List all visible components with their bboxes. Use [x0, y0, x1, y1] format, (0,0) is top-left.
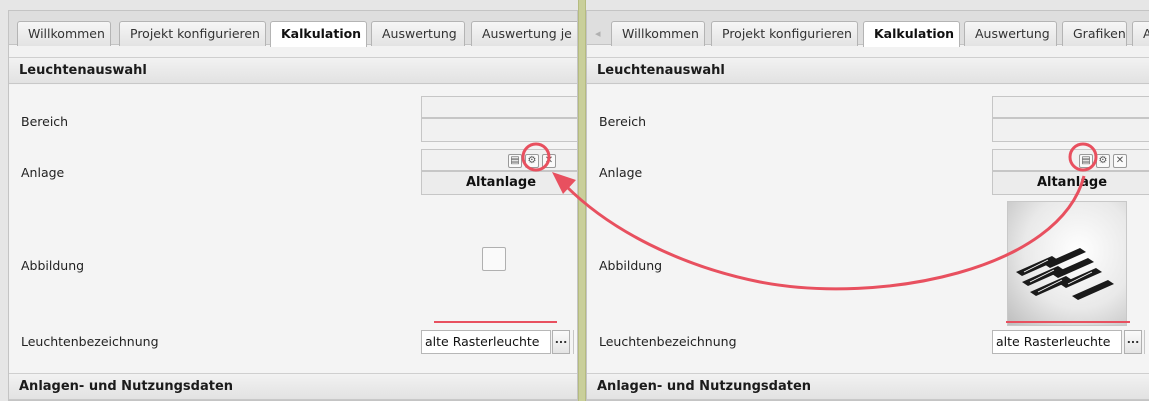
- section-header-anlagen-und-nutzungsdaten[interactable]: Anlagen- und Nutzungsdaten: [587, 373, 1149, 400]
- label-abbildung: Abbildung: [599, 258, 663, 273]
- raster-luminaire-icon: [1016, 248, 1114, 300]
- label-bereich: Bereich: [599, 114, 647, 129]
- tab-willkommen[interactable]: Willkommen: [17, 21, 111, 46]
- label-anlage: Anlage: [599, 165, 643, 180]
- label-anlage: Anlage: [21, 165, 65, 180]
- tab-projekt-konfigurieren[interactable]: Projekt konfigurieren: [711, 21, 858, 46]
- section-header-leuchtenauswahl[interactable]: Leuchtenauswahl: [587, 57, 1149, 84]
- right-panel: ◂ Willkommen Projekt konfigurieren Kalku…: [586, 10, 1149, 401]
- luminaire-name-field[interactable]: alte Rasterleuchte: [421, 330, 551, 354]
- highlight-underline: [1006, 321, 1130, 323]
- column-header-altanlage: Altanlage: [421, 171, 577, 195]
- browse-button[interactable]: ...: [552, 330, 570, 354]
- tab-bar: Willkommen Projekt konfigurieren Kalkula…: [9, 11, 577, 47]
- highlight-underline: [434, 321, 557, 323]
- bereich-cell-top[interactable]: [421, 96, 577, 118]
- tab-kalkulation[interactable]: Kalkulation: [863, 21, 960, 47]
- close-icon[interactable]: ✕: [542, 154, 556, 168]
- tab-bar: ◂ Willkommen Projekt konfigurieren Kalku…: [587, 11, 1149, 47]
- save-icon[interactable]: ▤: [1079, 154, 1093, 168]
- tab-auswertung[interactable]: Auswertung: [371, 21, 465, 46]
- anlage-toolbar: ▤ ⚙ ✕: [992, 149, 1149, 171]
- luminaire-image[interactable]: [1007, 201, 1127, 326]
- close-icon[interactable]: ✕: [1113, 154, 1127, 168]
- settings-icon[interactable]: ⚙: [1096, 154, 1110, 168]
- save-icon[interactable]: ▤: [508, 154, 522, 168]
- bereich-cell-bottom[interactable]: [992, 118, 1149, 142]
- tab-truncated[interactable]: A: [1132, 21, 1149, 46]
- split-divider[interactable]: [578, 0, 586, 401]
- scroll-left-icon[interactable]: ◂: [595, 27, 601, 40]
- tab-willkommen[interactable]: Willkommen: [611, 21, 705, 46]
- label-leuchtenbezeichnung: Leuchtenbezeichnung: [599, 334, 737, 349]
- tab-grafiken[interactable]: Grafiken: [1062, 21, 1127, 46]
- column-header-altanlage: Altanlage: [992, 171, 1149, 195]
- tab-projekt-konfigurieren[interactable]: Projekt konfigurieren: [119, 21, 266, 46]
- image-placeholder-icon[interactable]: [482, 247, 506, 271]
- browse-button[interactable]: ...: [1124, 330, 1142, 354]
- tab-auswertung-je-m2[interactable]: Auswertung je m²: [471, 21, 577, 46]
- section-header-leuchtenauswahl[interactable]: Leuchtenauswahl: [9, 57, 577, 84]
- left-panel: Willkommen Projekt konfigurieren Kalkula…: [8, 10, 578, 401]
- settings-icon[interactable]: ⚙: [525, 154, 539, 168]
- anlage-toolbar: ▤ ⚙ ✕: [421, 149, 577, 171]
- luminaire-name-field[interactable]: alte Rasterleuchte: [992, 330, 1122, 354]
- label-bereich: Bereich: [21, 114, 69, 129]
- bereich-cell-top[interactable]: [992, 96, 1149, 118]
- tab-kalkulation[interactable]: Kalkulation: [270, 21, 367, 47]
- label-leuchtenbezeichnung: Leuchtenbezeichnung: [21, 334, 159, 349]
- label-abbildung: Abbildung: [21, 258, 85, 273]
- cell-edge: [1144, 330, 1149, 354]
- bereich-cell-bottom[interactable]: [421, 118, 577, 142]
- section-header-anlagen-und-nutzungsdaten[interactable]: Anlagen- und Nutzungsdaten: [9, 373, 577, 400]
- tab-auswertung[interactable]: Auswertung: [964, 21, 1057, 46]
